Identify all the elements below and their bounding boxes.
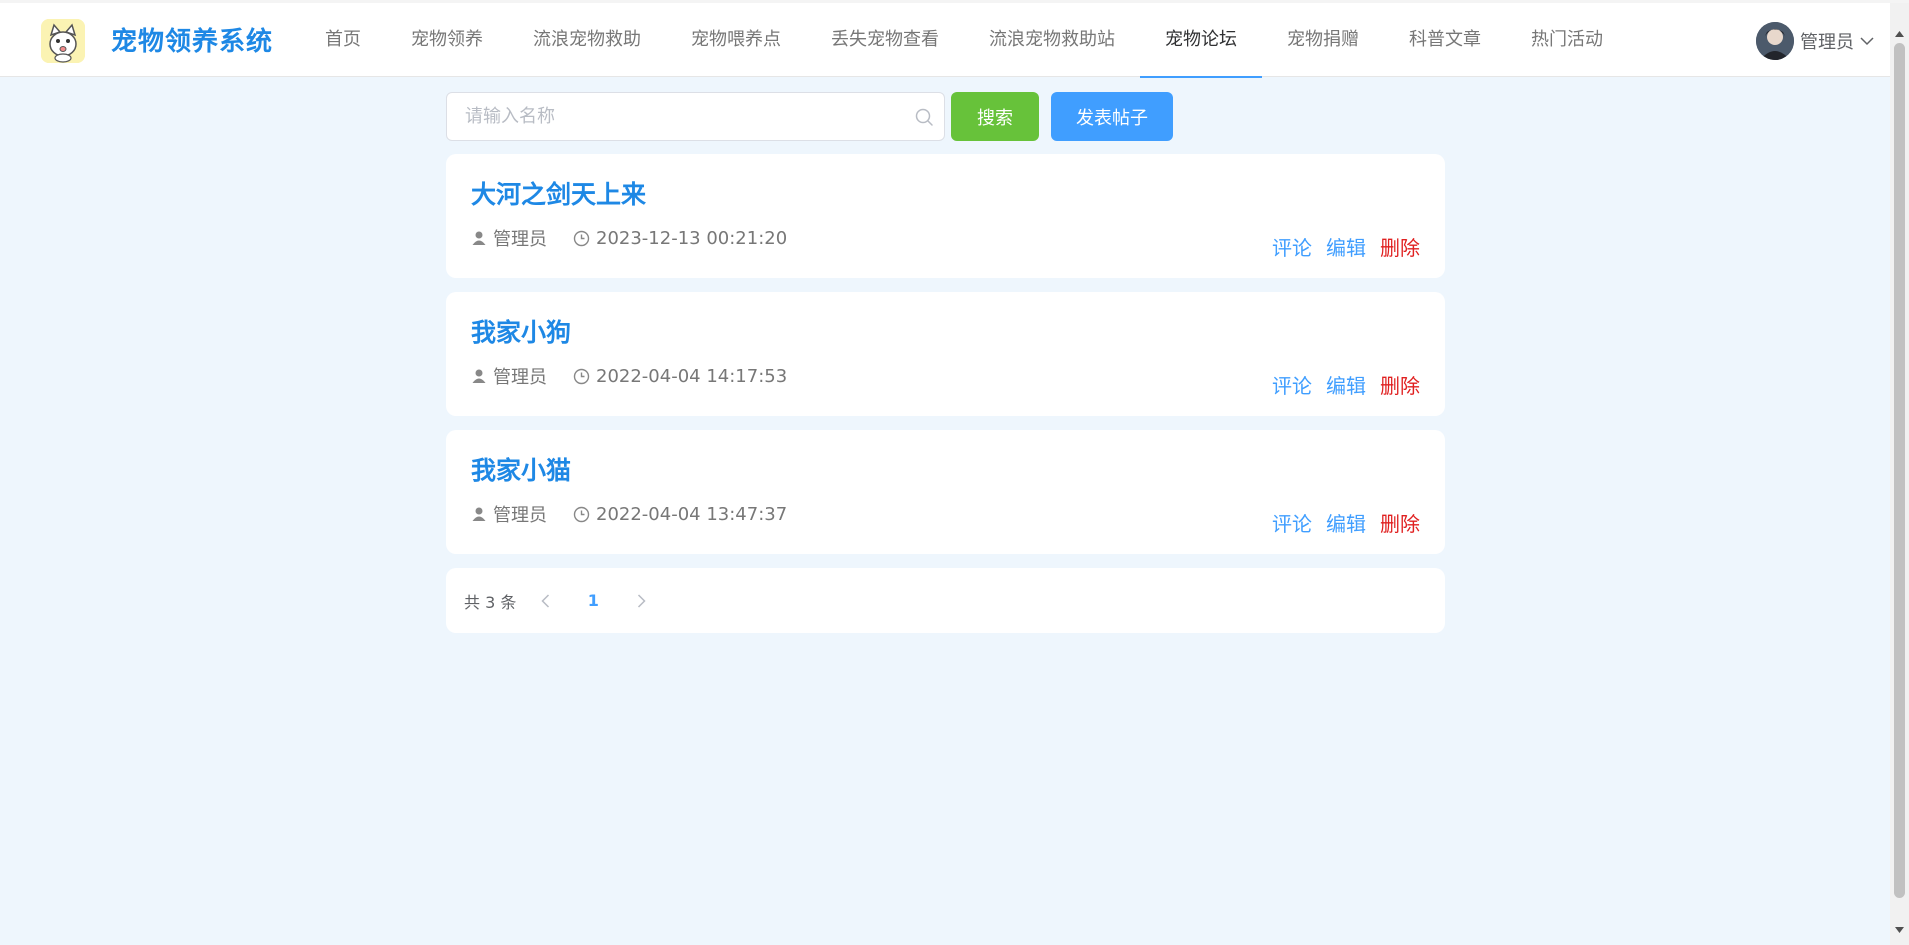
scroll-up-arrow-icon[interactable] xyxy=(1890,25,1909,42)
chevron-left-icon[interactable] xyxy=(528,586,562,616)
search-input[interactable] xyxy=(447,93,944,140)
edit-button[interactable]: 编辑 xyxy=(1326,512,1366,536)
comment-button[interactable]: 评论 xyxy=(1272,374,1312,398)
pagination-total: 共 3 条 xyxy=(464,592,517,612)
post-title[interactable]: 我家小狗 xyxy=(471,316,571,350)
clock-icon xyxy=(573,230,590,247)
post-actions: 评论 编辑 删除 xyxy=(1272,512,1420,536)
nav-item-stray-rescue[interactable]: 流浪宠物救助 xyxy=(508,3,666,77)
chevron-right-icon[interactable] xyxy=(624,586,658,616)
nav-item-articles[interactable]: 科普文章 xyxy=(1384,3,1506,77)
edit-button[interactable]: 编辑 xyxy=(1326,374,1366,398)
post-card: 大河之剑天上来 管理员 2023-12-13 00:21:20 评论 编辑 删除 xyxy=(446,154,1445,278)
nav-item-rescue-stations[interactable]: 流浪宠物救助站 xyxy=(964,3,1140,77)
clock-icon xyxy=(573,368,590,385)
post-actions: 评论 编辑 删除 xyxy=(1272,374,1420,398)
user-icon xyxy=(471,230,487,246)
nav-item-donation[interactable]: 宠物捐赠 xyxy=(1262,3,1384,77)
post-author: 管理员 xyxy=(493,229,547,250)
cat-logo-icon[interactable] xyxy=(41,19,85,63)
nav-item-home[interactable]: 首页 xyxy=(300,3,386,77)
post-title[interactable]: 我家小猫 xyxy=(471,454,571,488)
nav-item-activities[interactable]: 热门活动 xyxy=(1506,3,1628,77)
user-name: 管理员 xyxy=(1800,32,1854,53)
new-post-button[interactable]: 发表帖子 xyxy=(1051,92,1173,141)
page-number[interactable]: 1 xyxy=(576,586,610,616)
post-card: 我家小猫 管理员 2022-04-04 13:47:37 评论 编辑 删除 xyxy=(446,430,1445,554)
post-time-text: 2023-12-13 00:21:20 xyxy=(596,227,788,249)
nav-item-adoption[interactable]: 宠物领养 xyxy=(386,3,508,77)
scrollbar-thumb[interactable] xyxy=(1894,43,1905,898)
delete-button[interactable]: 删除 xyxy=(1380,236,1420,260)
post-meta: 管理员 2023-12-13 00:21:20 xyxy=(471,226,787,250)
comment-button[interactable]: 评论 xyxy=(1272,512,1312,536)
brand-title: 宠物领养系统 xyxy=(111,27,274,57)
delete-button[interactable]: 删除 xyxy=(1380,374,1420,398)
avatar[interactable] xyxy=(1756,22,1794,60)
search-button[interactable]: 搜索 xyxy=(951,92,1039,141)
post-author: 管理员 xyxy=(493,505,547,526)
delete-button[interactable]: 删除 xyxy=(1380,512,1420,536)
post-card: 我家小狗 管理员 2022-04-04 14:17:53 评论 编辑 删除 xyxy=(446,292,1445,416)
clock-icon xyxy=(573,506,590,523)
scroll-down-arrow-icon[interactable] xyxy=(1890,921,1909,938)
top-header: 宠物领养系统 首页 宠物领养 流浪宠物救助 宠物喂养点 丢失宠物查看 流浪宠物救… xyxy=(0,3,1890,78)
post-title[interactable]: 大河之剑天上来 xyxy=(471,178,646,212)
search-box xyxy=(446,92,945,141)
nav-item-forum[interactable]: 宠物论坛 xyxy=(1140,3,1262,78)
post-actions: 评论 编辑 删除 xyxy=(1272,236,1420,260)
page-scrollbar[interactable] xyxy=(1890,3,1909,945)
post-meta: 管理员 2022-04-04 13:47:37 xyxy=(471,502,787,526)
post-meta: 管理员 2022-04-04 14:17:53 xyxy=(471,364,787,388)
edit-button[interactable]: 编辑 xyxy=(1326,236,1366,260)
post-time: 2022-04-04 13:47:37 xyxy=(573,504,787,525)
user-menu[interactable]: 管理员 xyxy=(1756,22,1874,60)
post-time-text: 2022-04-04 13:47:37 xyxy=(596,503,788,525)
nav-item-feeding-points[interactable]: 宠物喂养点 xyxy=(666,3,806,77)
post-time-text: 2022-04-04 14:17:53 xyxy=(596,365,788,387)
user-icon xyxy=(471,368,487,384)
pagination: 共 3 条 1 xyxy=(446,568,1445,633)
search-icon[interactable] xyxy=(914,107,934,131)
post-time: 2022-04-04 14:17:53 xyxy=(573,366,787,387)
comment-button[interactable]: 评论 xyxy=(1272,236,1312,260)
main-nav: 首页 宠物领养 流浪宠物救助 宠物喂养点 丢失宠物查看 流浪宠物救助站 宠物论坛… xyxy=(300,3,1628,78)
user-icon xyxy=(471,506,487,522)
post-time: 2023-12-13 00:21:20 xyxy=(573,228,787,249)
nav-item-lost-pets[interactable]: 丢失宠物查看 xyxy=(806,3,964,77)
chevron-down-icon[interactable] xyxy=(1860,36,1874,46)
post-author: 管理员 xyxy=(493,367,547,388)
